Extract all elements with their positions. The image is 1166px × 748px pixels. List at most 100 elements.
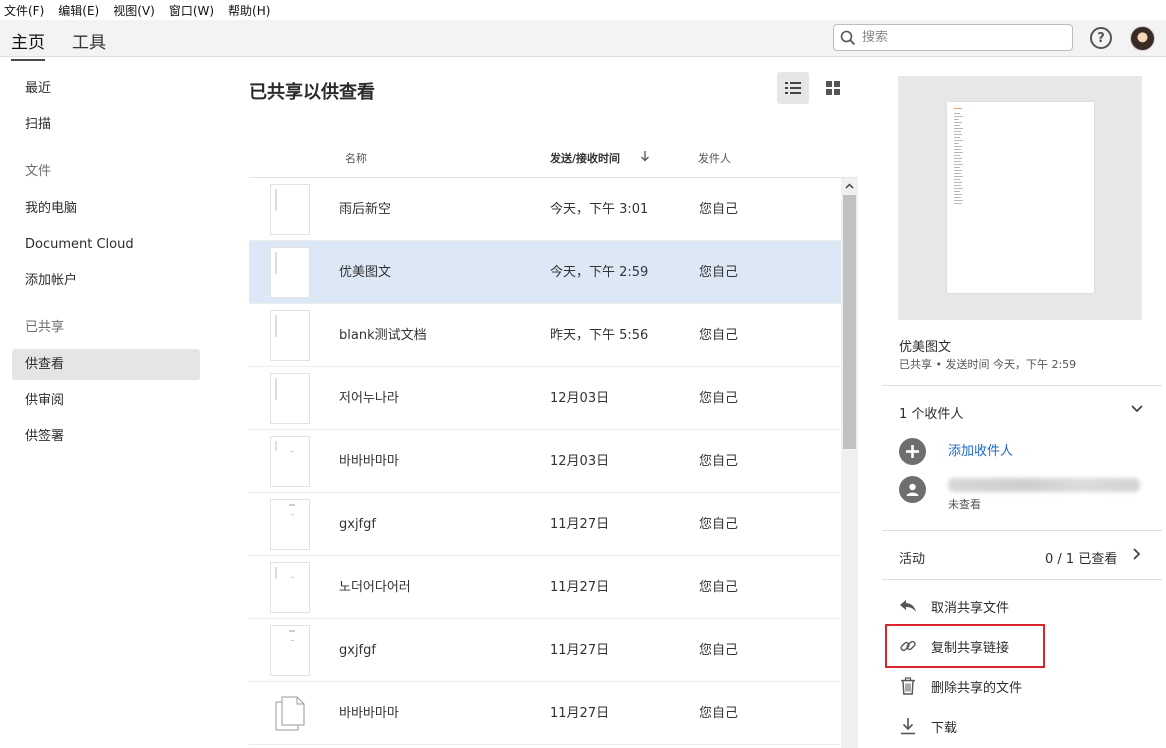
trash-icon [899,677,917,695]
file-thumbnail [270,184,310,235]
file-name: 优美图文 [339,265,392,280]
multi-file-icon [270,688,310,739]
download-icon [899,717,917,735]
file-time: 11月27日 [550,517,610,532]
table-row[interactable]: 雨后新空 今天，下午 3:01 您自己 [249,178,841,241]
tab-tools[interactable]: 工具 [72,28,106,53]
table-row[interactable]: 저어누나라 12月03日 您自己 [249,367,841,430]
file-time: 今天，下午 3:01 [550,202,649,217]
column-header-time[interactable]: 发送/接收时间 [550,150,620,166]
file-name: 雨后新空 [339,202,392,217]
file-sender: 您自己 [699,202,739,217]
file-time: 今天，下午 2:59 [550,265,649,280]
sidebar-item-for-review[interactable]: 供审阅 [12,385,200,416]
file-thumbnail [270,247,310,298]
file-name: blank测试文档 [339,328,427,343]
add-recipient-icon[interactable] [899,438,926,465]
menu-bar: 文件(F) 编辑(E) 视图(V) 窗口(W) 帮助(H) [0,0,1166,20]
table-row[interactable]: gxjfgf 11月27日 您自己 [249,619,841,682]
chevron-right-icon[interactable] [1132,547,1142,561]
delete-shared-file-button[interactable]: 删除共享的文件 [899,675,1022,697]
file-thumbnail [270,373,310,424]
search-input[interactable] [862,30,1052,45]
avatar[interactable] [1130,26,1155,51]
menu-window[interactable]: 窗口(W) [169,2,214,19]
menu-edit[interactable]: 编辑(E) [58,2,99,19]
sidebar-item-recent[interactable]: 最近 [12,73,200,104]
table-row[interactable]: blank测试文档 昨天，下午 5:56 您自己 [249,304,841,367]
file-sender: 您自己 [699,391,739,406]
sidebar-section-shared: 已共享 [25,320,65,335]
top-nav: 主页 工具 ? [0,20,1166,61]
file-sender: 您自己 [699,643,739,658]
menu-file[interactable]: 文件(F) [4,2,44,19]
sidebar: 最近 扫描 文件 我的电脑 Document Cloud 添加帐户 已共享 供查… [0,58,215,748]
document-meta: 已共享 • 发送时间 今天，下午 2:59 [899,358,1077,371]
main-content: 已共享以供查看 名称 发送/接收时间 发件人 雨后新空 今天，下午 3:01 您… [249,58,858,748]
file-sender: 您自己 [699,517,739,532]
table-row[interactable]: 노더어다어러 11月27日 您自己 [249,556,841,619]
list-view-button[interactable] [777,72,809,104]
file-thumbnail [270,499,310,550]
menu-help[interactable]: 帮助(H) [228,2,270,19]
file-time: 12月03日 [550,454,610,469]
activity-label: 活动 [899,552,926,567]
grid-view-icon [826,81,840,95]
copy-share-link-button[interactable]: 复制共享链接 [899,635,1009,657]
file-sender: 您自己 [699,580,739,595]
file-sender: 您自己 [699,706,739,721]
details-panel: 优美图文 已共享 • 发送时间 今天，下午 2:59 1 个收件人 添加收件人 … [882,58,1166,748]
help-icon[interactable]: ? [1090,27,1112,49]
sort-arrow-down-icon[interactable] [640,150,650,162]
recipient-email-redacted [948,478,1140,492]
scroll-up-arrow-icon[interactable] [841,178,858,194]
sidebar-item-for-view[interactable]: 供查看 [12,349,200,380]
user-icon [899,476,926,503]
unshare-file-label: 取消共享文件 [931,600,1010,616]
file-thumbnail [270,310,310,361]
sidebar-item-for-sign[interactable]: 供签署 [12,421,200,452]
menu-view[interactable]: 视图(V) [113,2,155,19]
sidebar-item-my-computer[interactable]: 我的电脑 [12,193,200,224]
file-thumbnail [270,625,310,676]
recipient-status: 未查看 [948,498,981,511]
sidebar-section-files: 文件 [25,164,52,179]
table-row[interactable]: 바바바마마 11月27日 您自己 [249,682,841,745]
link-icon [899,637,917,655]
file-name: 노더어다어러 [339,580,411,595]
file-time: 11月27日 [550,643,610,658]
column-header-name[interactable]: 名称 [345,150,367,166]
scrollbar-thumb[interactable] [843,195,856,449]
column-header-sender[interactable]: 发件人 [698,150,731,166]
reply-arrow-icon [899,597,917,615]
search-icon [840,30,856,45]
file-thumbnail [270,562,310,613]
download-button[interactable]: 下载 [899,715,957,737]
file-sender: 您自己 [699,328,739,343]
search-box[interactable] [833,24,1073,51]
tab-home[interactable]: 主页 [11,28,45,61]
file-time: 11月27日 [550,580,610,595]
grid-view-button[interactable] [817,72,849,104]
file-time: 昨天，下午 5:56 [550,328,649,343]
sidebar-item-scan[interactable]: 扫描 [12,109,200,140]
file-name: 바바바마마 [339,706,399,721]
add-recipient-link[interactable]: 添加收件人 [948,440,1013,459]
preview-page [947,102,1094,293]
file-thumbnail [270,436,310,487]
list-scrollbar[interactable] [841,178,858,748]
file-list: 雨后新空 今天，下午 3:01 您自己 优美图文 今天，下午 2:59 您自己 … [249,177,858,748]
file-name: gxjfgf [339,643,376,658]
table-row[interactable]: gxjfgf 11月27日 您自己 [249,493,841,556]
divider [882,530,1162,531]
list-view-icon [785,82,801,94]
table-row[interactable]: 바바바마마 12月03日 您自己 [249,430,841,493]
sidebar-item-add-account[interactable]: 添加帐户 [12,265,200,296]
delete-shared-file-label: 删除共享的文件 [931,680,1023,696]
sidebar-item-document-cloud[interactable]: Document Cloud [12,229,200,260]
activity-value[interactable]: 0 / 1 已查看 [1045,548,1117,567]
file-name: 바바바마마 [339,454,399,469]
chevron-down-icon[interactable] [1130,401,1144,415]
unshare-file-button[interactable]: 取消共享文件 [899,595,1009,617]
table-row[interactable]: 优美图文 今天，下午 2:59 您自己 [249,241,841,304]
